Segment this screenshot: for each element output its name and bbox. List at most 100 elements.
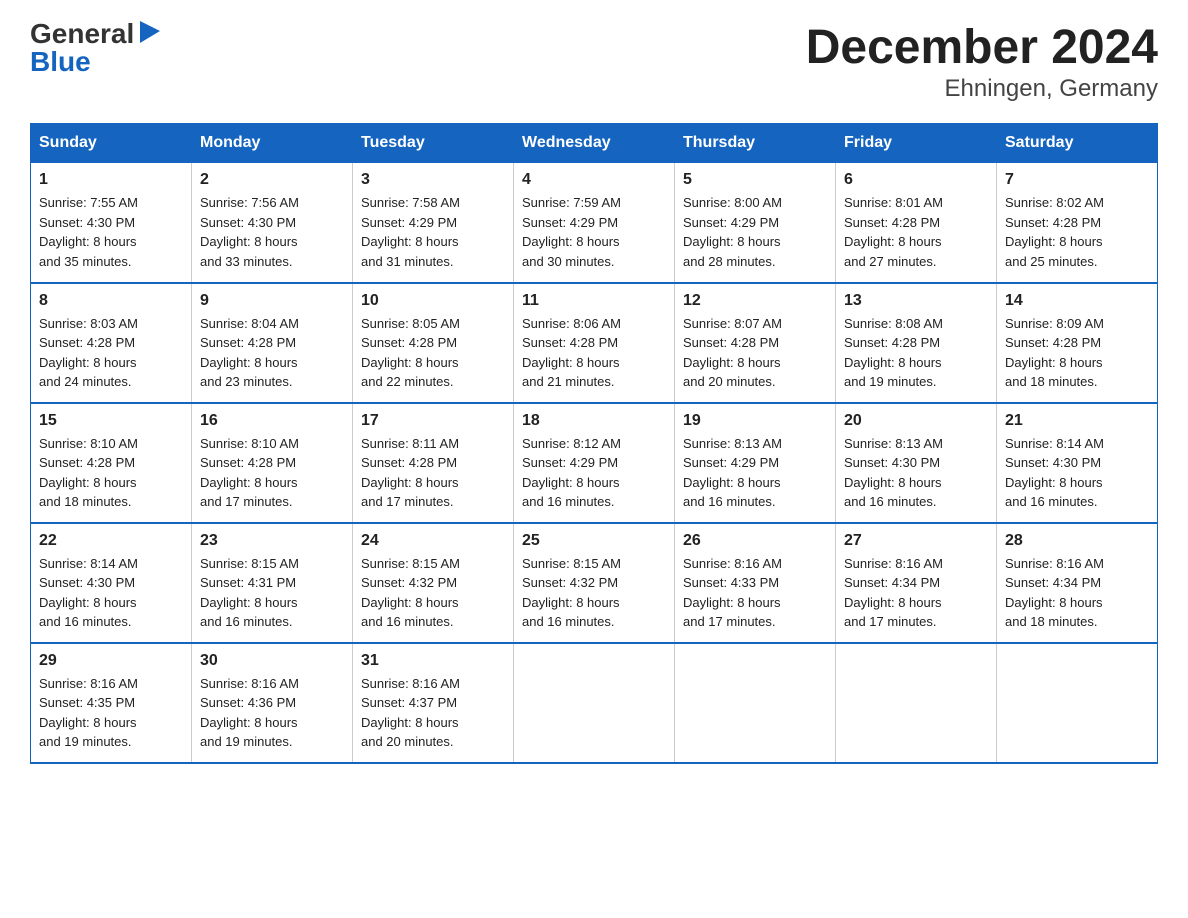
day-info: Sunrise: 7:59 AM Sunset: 4:29 PM Dayligh…: [522, 193, 666, 271]
header-tuesday: Tuesday: [353, 124, 514, 163]
calendar-day-24: 24 Sunrise: 8:15 AM Sunset: 4:32 PM Dayl…: [353, 523, 514, 643]
logo: General Blue: [30, 20, 160, 76]
day-number: 9: [200, 292, 344, 310]
page-title: December 2024: [806, 20, 1158, 75]
calendar-day-9: 9 Sunrise: 8:04 AM Sunset: 4:28 PM Dayli…: [192, 283, 353, 403]
logo-triangle-icon: [138, 21, 160, 43]
day-number: 5: [683, 171, 827, 189]
day-info: Sunrise: 8:07 AM Sunset: 4:28 PM Dayligh…: [683, 314, 827, 392]
day-number: 2: [200, 171, 344, 189]
calendar-day-25: 25 Sunrise: 8:15 AM Sunset: 4:32 PM Dayl…: [514, 523, 675, 643]
calendar-day-23: 23 Sunrise: 8:15 AM Sunset: 4:31 PM Dayl…: [192, 523, 353, 643]
calendar-day-30: 30 Sunrise: 8:16 AM Sunset: 4:36 PM Dayl…: [192, 643, 353, 763]
calendar-week-1: 1 Sunrise: 7:55 AM Sunset: 4:30 PM Dayli…: [31, 163, 1158, 283]
calendar-week-3: 15 Sunrise: 8:10 AM Sunset: 4:28 PM Dayl…: [31, 403, 1158, 523]
day-number: 4: [522, 171, 666, 189]
calendar-day-6: 6 Sunrise: 8:01 AM Sunset: 4:28 PM Dayli…: [836, 163, 997, 283]
day-info: Sunrise: 8:04 AM Sunset: 4:28 PM Dayligh…: [200, 314, 344, 392]
day-number: 22: [39, 532, 183, 550]
day-info: Sunrise: 8:15 AM Sunset: 4:31 PM Dayligh…: [200, 554, 344, 632]
header-thursday: Thursday: [675, 124, 836, 163]
day-info: Sunrise: 8:16 AM Sunset: 4:33 PM Dayligh…: [683, 554, 827, 632]
day-info: Sunrise: 8:01 AM Sunset: 4:28 PM Dayligh…: [844, 193, 988, 271]
title-block: December 2024 Ehningen, Germany: [806, 20, 1158, 103]
day-number: 24: [361, 532, 505, 550]
day-info: Sunrise: 8:02 AM Sunset: 4:28 PM Dayligh…: [1005, 193, 1149, 271]
day-number: 1: [39, 171, 183, 189]
day-number: 7: [1005, 171, 1149, 189]
day-info: Sunrise: 8:10 AM Sunset: 4:28 PM Dayligh…: [200, 434, 344, 512]
day-info: Sunrise: 8:16 AM Sunset: 4:34 PM Dayligh…: [844, 554, 988, 632]
header-saturday: Saturday: [997, 124, 1158, 163]
calendar-day-4: 4 Sunrise: 7:59 AM Sunset: 4:29 PM Dayli…: [514, 163, 675, 283]
day-info: Sunrise: 8:03 AM Sunset: 4:28 PM Dayligh…: [39, 314, 183, 392]
calendar-day-10: 10 Sunrise: 8:05 AM Sunset: 4:28 PM Dayl…: [353, 283, 514, 403]
calendar-empty-4-4: [675, 643, 836, 763]
day-info: Sunrise: 8:16 AM Sunset: 4:37 PM Dayligh…: [361, 674, 505, 752]
day-info: Sunrise: 8:13 AM Sunset: 4:30 PM Dayligh…: [844, 434, 988, 512]
calendar-day-2: 2 Sunrise: 7:56 AM Sunset: 4:30 PM Dayli…: [192, 163, 353, 283]
calendar-day-29: 29 Sunrise: 8:16 AM Sunset: 4:35 PM Dayl…: [31, 643, 192, 763]
day-number: 29: [39, 652, 183, 670]
calendar-week-5: 29 Sunrise: 8:16 AM Sunset: 4:35 PM Dayl…: [31, 643, 1158, 763]
calendar-day-5: 5 Sunrise: 8:00 AM Sunset: 4:29 PM Dayli…: [675, 163, 836, 283]
day-info: Sunrise: 7:58 AM Sunset: 4:29 PM Dayligh…: [361, 193, 505, 271]
calendar-day-16: 16 Sunrise: 8:10 AM Sunset: 4:28 PM Dayl…: [192, 403, 353, 523]
calendar-day-31: 31 Sunrise: 8:16 AM Sunset: 4:37 PM Dayl…: [353, 643, 514, 763]
page-subtitle: Ehningen, Germany: [806, 75, 1158, 103]
header-friday: Friday: [836, 124, 997, 163]
header-monday: Monday: [192, 124, 353, 163]
calendar-day-26: 26 Sunrise: 8:16 AM Sunset: 4:33 PM Dayl…: [675, 523, 836, 643]
calendar-day-21: 21 Sunrise: 8:14 AM Sunset: 4:30 PM Dayl…: [997, 403, 1158, 523]
day-number: 30: [200, 652, 344, 670]
calendar-empty-4-6: [997, 643, 1158, 763]
page-header: General Blue December 2024 Ehningen, Ger…: [30, 20, 1158, 103]
day-number: 23: [200, 532, 344, 550]
day-number: 8: [39, 292, 183, 310]
day-number: 12: [683, 292, 827, 310]
day-info: Sunrise: 8:16 AM Sunset: 4:34 PM Dayligh…: [1005, 554, 1149, 632]
day-info: Sunrise: 8:05 AM Sunset: 4:28 PM Dayligh…: [361, 314, 505, 392]
day-number: 13: [844, 292, 988, 310]
calendar-day-22: 22 Sunrise: 8:14 AM Sunset: 4:30 PM Dayl…: [31, 523, 192, 643]
calendar-day-14: 14 Sunrise: 8:09 AM Sunset: 4:28 PM Dayl…: [997, 283, 1158, 403]
day-info: Sunrise: 8:09 AM Sunset: 4:28 PM Dayligh…: [1005, 314, 1149, 392]
day-info: Sunrise: 8:08 AM Sunset: 4:28 PM Dayligh…: [844, 314, 988, 392]
day-info: Sunrise: 8:13 AM Sunset: 4:29 PM Dayligh…: [683, 434, 827, 512]
day-number: 3: [361, 171, 505, 189]
calendar-day-17: 17 Sunrise: 8:11 AM Sunset: 4:28 PM Dayl…: [353, 403, 514, 523]
calendar-day-27: 27 Sunrise: 8:16 AM Sunset: 4:34 PM Dayl…: [836, 523, 997, 643]
calendar-day-11: 11 Sunrise: 8:06 AM Sunset: 4:28 PM Dayl…: [514, 283, 675, 403]
day-number: 16: [200, 412, 344, 430]
calendar-day-1: 1 Sunrise: 7:55 AM Sunset: 4:30 PM Dayli…: [31, 163, 192, 283]
day-info: Sunrise: 8:06 AM Sunset: 4:28 PM Dayligh…: [522, 314, 666, 392]
day-number: 14: [1005, 292, 1149, 310]
day-info: Sunrise: 7:55 AM Sunset: 4:30 PM Dayligh…: [39, 193, 183, 271]
logo-blue-text: Blue: [30, 48, 91, 76]
calendar-week-2: 8 Sunrise: 8:03 AM Sunset: 4:28 PM Dayli…: [31, 283, 1158, 403]
day-info: Sunrise: 7:56 AM Sunset: 4:30 PM Dayligh…: [200, 193, 344, 271]
logo-general-text: General: [30, 20, 134, 48]
calendar-day-15: 15 Sunrise: 8:10 AM Sunset: 4:28 PM Dayl…: [31, 403, 192, 523]
calendar-day-18: 18 Sunrise: 8:12 AM Sunset: 4:29 PM Dayl…: [514, 403, 675, 523]
day-info: Sunrise: 8:12 AM Sunset: 4:29 PM Dayligh…: [522, 434, 666, 512]
day-number: 26: [683, 532, 827, 550]
calendar-empty-4-5: [836, 643, 997, 763]
calendar-day-3: 3 Sunrise: 7:58 AM Sunset: 4:29 PM Dayli…: [353, 163, 514, 283]
day-number: 25: [522, 532, 666, 550]
day-number: 10: [361, 292, 505, 310]
day-number: 18: [522, 412, 666, 430]
calendar-day-19: 19 Sunrise: 8:13 AM Sunset: 4:29 PM Dayl…: [675, 403, 836, 523]
day-info: Sunrise: 8:11 AM Sunset: 4:28 PM Dayligh…: [361, 434, 505, 512]
day-number: 19: [683, 412, 827, 430]
day-number: 31: [361, 652, 505, 670]
day-number: 28: [1005, 532, 1149, 550]
day-info: Sunrise: 8:16 AM Sunset: 4:35 PM Dayligh…: [39, 674, 183, 752]
calendar-day-12: 12 Sunrise: 8:07 AM Sunset: 4:28 PM Dayl…: [675, 283, 836, 403]
day-number: 11: [522, 292, 666, 310]
calendar-header-row: Sunday Monday Tuesday Wednesday Thursday…: [31, 124, 1158, 163]
calendar-day-13: 13 Sunrise: 8:08 AM Sunset: 4:28 PM Dayl…: [836, 283, 997, 403]
calendar-day-20: 20 Sunrise: 8:13 AM Sunset: 4:30 PM Dayl…: [836, 403, 997, 523]
day-number: 27: [844, 532, 988, 550]
calendar-week-4: 22 Sunrise: 8:14 AM Sunset: 4:30 PM Dayl…: [31, 523, 1158, 643]
